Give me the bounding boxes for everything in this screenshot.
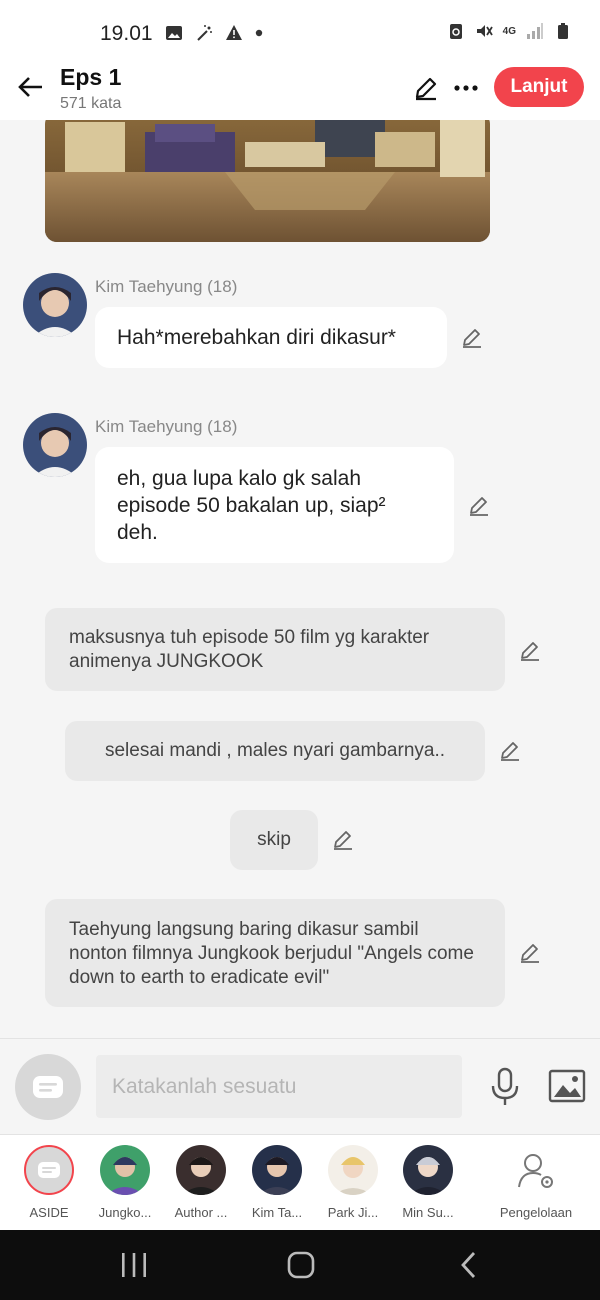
character-label: ASIDE	[29, 1205, 69, 1220]
status-bar: 19.01 4G	[0, 0, 600, 62]
recent-apps-icon[interactable]	[116, 1250, 152, 1280]
character-label: Jungko...	[98, 1205, 152, 1220]
character-min-suga[interactable]: Min Su...	[393, 1145, 463, 1220]
message-input[interactable]	[96, 1055, 462, 1118]
character-label: Author ...	[174, 1205, 228, 1220]
avatar[interactable]	[23, 273, 87, 337]
speaker-name: Kim Taehyung (18)	[95, 277, 238, 296]
character-label: Park Ji...	[327, 1205, 379, 1220]
manage-icon-wrap	[511, 1145, 561, 1195]
avatar	[176, 1145, 226, 1195]
home-icon[interactable]	[283, 1250, 319, 1280]
chat-bubble[interactable]: eh, gua lupa kalo gk salah episode 50 ba…	[95, 447, 454, 563]
message-text: eh, gua lupa kalo gk salah episode 50 ba…	[117, 467, 386, 544]
aside-toggle-button[interactable]	[15, 1054, 81, 1120]
microphone-icon[interactable]	[488, 1067, 522, 1107]
avatar	[100, 1145, 150, 1195]
edit-narration-icon[interactable]	[518, 940, 542, 964]
status-right-icons: 4G	[447, 22, 572, 40]
edit-icon[interactable]	[412, 74, 440, 102]
edit-narration-icon[interactable]	[498, 738, 522, 762]
speaker-name: Kim Taehyung (18)	[95, 417, 238, 436]
character-author[interactable]: Author ...	[166, 1145, 236, 1220]
character-aside[interactable]: ASIDE	[14, 1145, 84, 1220]
app-header: Eps 1 571 kata Lanjut	[0, 62, 600, 120]
more-options-icon[interactable]	[452, 74, 480, 102]
aside-icon	[33, 1076, 63, 1098]
signal-icon	[527, 23, 543, 39]
chat-content[interactable]: Kim Taehyung (18) Hah*merebahkan diri di…	[0, 120, 600, 1038]
episode-title: Eps 1	[60, 64, 122, 90]
person-settings-icon	[518, 1154, 553, 1188]
warning-icon	[226, 25, 242, 40]
gallery-icon	[166, 26, 182, 40]
mute-icon	[476, 25, 493, 37]
narration-block[interactable]: selesai mandi , males nyari gambarnya..	[65, 721, 485, 781]
recycle-battery-icon	[449, 24, 462, 39]
back-arrow-icon[interactable]	[16, 72, 46, 102]
avatar	[328, 1145, 378, 1195]
character-label: Pengelolaan	[499, 1205, 573, 1220]
aside-icon	[38, 1162, 60, 1178]
narration-block[interactable]: skip	[230, 810, 318, 870]
continue-button[interactable]: Lanjut	[494, 67, 584, 107]
character-kim-taehyung[interactable]: Kim Ta...	[242, 1145, 312, 1220]
narration-text: maksusnya tuh episode 50 film yg karakte…	[69, 627, 430, 672]
back-nav-icon[interactable]	[452, 1250, 488, 1280]
character-bar: ASIDE Jungko... Author ... Kim Ta... Par…	[0, 1134, 600, 1230]
edit-narration-icon[interactable]	[518, 638, 542, 662]
edit-message-icon[interactable]	[467, 493, 491, 517]
avatar	[252, 1145, 302, 1195]
message-input-bar	[0, 1038, 600, 1134]
aside-avatar	[24, 1145, 74, 1195]
narration-block[interactable]: maksusnya tuh episode 50 film yg karakte…	[45, 608, 505, 691]
character-park-jimin[interactable]: Park Ji...	[318, 1145, 388, 1220]
status-left-icons	[165, 24, 263, 42]
battery-icon	[558, 23, 568, 39]
image-icon[interactable]	[548, 1069, 586, 1103]
avatar[interactable]	[23, 413, 87, 477]
narration-block[interactable]: Taehyung langsung baring dikasur sambil …	[45, 899, 505, 1007]
chat-bubble[interactable]: Hah*merebahkan diri dikasur*	[95, 307, 447, 368]
narration-text: selesai mandi , males nyari gambarnya..	[104, 740, 446, 761]
narration-text: skip	[257, 829, 291, 850]
narration-text: Taehyung langsung baring dikasur sambil …	[69, 919, 474, 988]
word-count: 571 kata	[60, 95, 122, 112]
character-label: Kim Ta...	[251, 1205, 303, 1220]
magic-wand-icon	[197, 25, 212, 41]
edit-message-icon[interactable]	[460, 325, 484, 349]
manage-characters-button[interactable]: Pengelolaan	[496, 1145, 576, 1220]
character-jungkook[interactable]: Jungko...	[90, 1145, 160, 1220]
system-nav-bar	[0, 1230, 600, 1300]
scene-image[interactable]	[45, 120, 490, 242]
character-label: Min Su...	[402, 1205, 454, 1220]
status-time: 19.01	[100, 22, 153, 45]
network-label: 4G	[502, 25, 516, 37]
avatar	[403, 1145, 453, 1195]
dot-icon	[255, 29, 263, 37]
message-text: Hah*merebahkan diri dikasur*	[117, 326, 396, 349]
edit-narration-icon[interactable]	[331, 827, 355, 851]
